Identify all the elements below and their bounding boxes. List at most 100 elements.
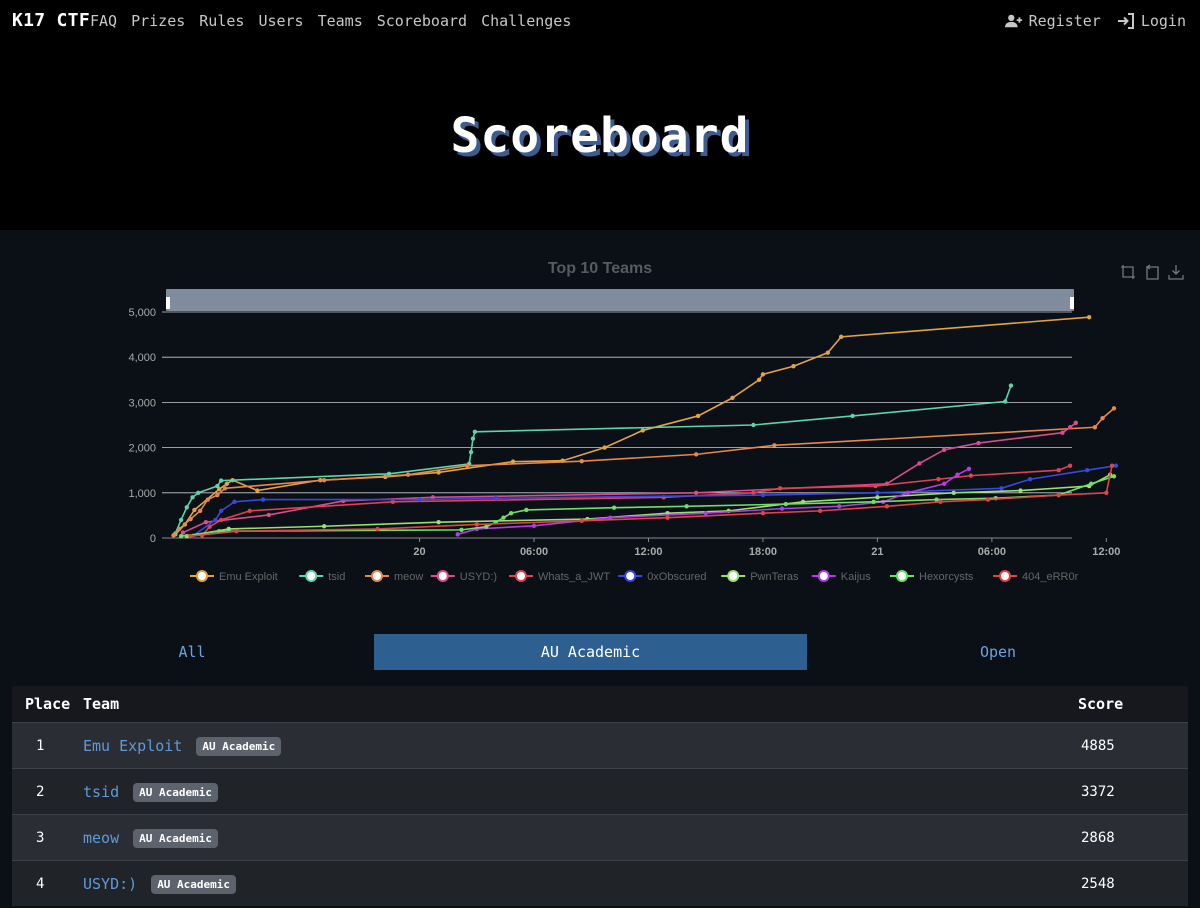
x-tick-label: 20	[413, 546, 425, 558]
series-point	[611, 505, 617, 510]
bracket-badge: AU Academic	[133, 782, 218, 802]
series-point	[501, 515, 506, 520]
brand-logo[interactable]: K17 CTF	[12, 10, 90, 31]
row-place: 4	[36, 876, 45, 892]
series-point	[730, 395, 735, 401]
series-point	[602, 445, 607, 450]
series-point	[838, 334, 844, 340]
legend-marker	[896, 570, 908, 582]
series-point	[184, 505, 190, 510]
series-point	[1111, 406, 1117, 411]
series-point	[203, 519, 209, 525]
series-point	[178, 533, 184, 539]
series-point	[215, 483, 220, 489]
filter-tab-open[interactable]: Open	[808, 634, 1188, 670]
series-point	[196, 490, 201, 495]
nav-link-rules[interactable]: Rules	[199, 12, 244, 30]
page-header: Scoreboard	[0, 44, 1200, 230]
series-point	[1003, 399, 1008, 404]
series-point	[472, 429, 478, 434]
series-point	[1104, 490, 1109, 495]
nav-link-users[interactable]: Users	[258, 12, 303, 30]
series-point	[1056, 492, 1061, 498]
series-point	[817, 508, 823, 514]
zoom-reset-icon[interactable]	[1144, 264, 1160, 280]
nav-link-challenges[interactable]: Challenges	[481, 12, 571, 30]
legend-marker	[817, 570, 830, 582]
series-point	[405, 472, 411, 477]
filter-tab-all[interactable]: All	[12, 634, 372, 670]
series-point	[459, 527, 464, 533]
bracket-filter: All AU Academic Open	[0, 634, 1200, 670]
series-point	[751, 490, 756, 495]
chart-toolbox	[1120, 264, 1184, 280]
row-score: 3372	[1081, 784, 1115, 800]
x-tick-label: 12:00	[634, 546, 662, 558]
table-row: 1 Emu Exploit AU Academic 4885	[12, 722, 1188, 768]
nav-links: FAQ Prizes Rules Users Teams Scoreboard …	[90, 12, 571, 30]
series-point	[455, 532, 460, 537]
team-link[interactable]: meow	[83, 829, 119, 847]
series-point	[255, 488, 260, 493]
legend-label: PwnTeras	[750, 571, 799, 583]
series-point	[760, 510, 766, 516]
series-point	[1060, 430, 1065, 435]
x-tick-label: 21	[871, 546, 883, 558]
series-point	[934, 497, 939, 502]
series-point	[871, 499, 876, 505]
series-point	[321, 524, 327, 529]
user-plus-icon	[1004, 14, 1022, 28]
nav-link-teams[interactable]: Teams	[318, 12, 363, 30]
series-point	[470, 436, 476, 441]
series-point	[190, 495, 195, 500]
table-row: 2 tsid AU Academic 3372	[12, 768, 1188, 814]
datazoom-slider	[166, 289, 1074, 311]
filter-tab-au-academic[interactable]: AU Academic	[374, 634, 807, 670]
header-score: Score	[1078, 695, 1124, 713]
series-point	[779, 506, 785, 511]
team-link[interactable]: USYD:)	[83, 875, 137, 893]
series-point	[188, 516, 193, 522]
series-point	[938, 499, 943, 505]
series-point	[693, 490, 699, 495]
series-point	[760, 372, 766, 377]
legend-label: meow	[394, 571, 423, 583]
series-point	[1092, 425, 1098, 430]
bracket-badge: AU Academic	[196, 736, 282, 756]
row-place: 1	[36, 738, 45, 754]
x-tick-label: 18:00	[749, 546, 777, 558]
nav-link-prizes[interactable]: Prizes	[131, 12, 185, 30]
series-point	[968, 473, 974, 478]
legend-marker	[999, 570, 1011, 582]
series-point	[468, 449, 474, 455]
team-link[interactable]: tsid	[83, 783, 119, 801]
series-point	[1018, 488, 1023, 493]
team-link[interactable]: Emu Exploit	[83, 737, 182, 755]
y-tick-label: 4,000	[128, 352, 156, 364]
series-point	[579, 518, 584, 524]
login-link[interactable]: Login	[1117, 12, 1186, 30]
series-point	[197, 508, 203, 514]
series-point	[260, 497, 266, 502]
bracket-badge: AU Academic	[151, 874, 237, 894]
series-point	[951, 490, 956, 495]
series-line	[174, 385, 1012, 534]
nav-link-scoreboard[interactable]: Scoreboard	[377, 12, 467, 30]
series-point	[321, 477, 327, 483]
zoom-icon[interactable]	[1120, 264, 1136, 280]
series-point	[825, 350, 831, 355]
series-point	[178, 517, 184, 523]
x-tick-label: 06:00	[520, 546, 548, 558]
legend-marker	[196, 570, 208, 582]
series-point	[695, 413, 701, 419]
register-link[interactable]: Register	[1004, 12, 1101, 30]
series-point	[1109, 463, 1115, 468]
series-point	[976, 440, 981, 446]
series-point	[999, 486, 1004, 491]
nav-link-faq[interactable]: FAQ	[90, 12, 117, 30]
series-point	[1085, 468, 1090, 473]
row-place: 2	[36, 784, 45, 800]
download-icon[interactable]	[1168, 264, 1184, 280]
series-point	[247, 508, 252, 514]
series-point	[917, 461, 922, 466]
